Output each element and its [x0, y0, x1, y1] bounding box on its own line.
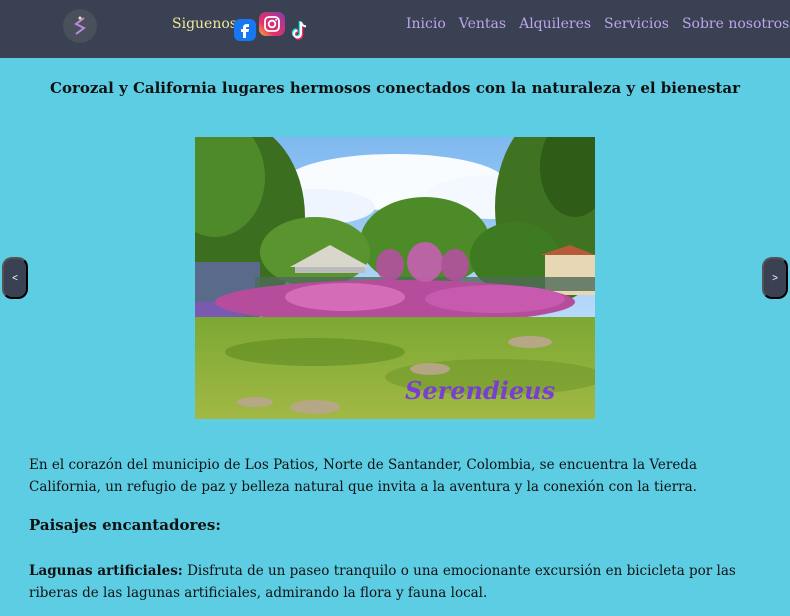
carousel-watermark: Serendieus — [405, 376, 556, 405]
facebook-icon[interactable] — [234, 19, 256, 41]
site-logo[interactable] — [63, 9, 97, 43]
nav-inicio[interactable]: Inicio — [406, 16, 446, 32]
logo-mark-icon — [74, 16, 86, 35]
feature-title: Lagunas artificiales: — [29, 563, 183, 579]
section-heading: Paisajes encantadores: — [29, 516, 221, 534]
carousel-next-button[interactable]: > — [762, 257, 788, 299]
nav-sobre-nosotros[interactable]: Sobre nosotros — [682, 16, 789, 32]
main-nav: Inicio Ventas Alquileres Servicios Sobre… — [406, 16, 789, 32]
nav-alquileres[interactable]: Alquileres — [519, 16, 591, 32]
feature-paragraph: Lagunas artificiales: Disfruta de un pas… — [29, 560, 769, 604]
top-navbar: Siguenos Inicio Ventas Alquileres Servic… — [0, 0, 790, 58]
nav-ventas[interactable]: Ventas — [459, 16, 506, 32]
tiktok-icon[interactable] — [289, 18, 313, 42]
intro-paragraph: En el corazón del municipio de Los Patio… — [29, 457, 697, 495]
instagram-icon[interactable] — [259, 12, 285, 36]
carousel-prev-button[interactable]: < — [2, 257, 28, 299]
follow-us-label: Siguenos — [172, 16, 237, 32]
page-headline: Corozal y California lugares hermosos co… — [50, 79, 740, 97]
nav-servicios[interactable]: Servicios — [604, 16, 669, 32]
carousel-image: Serendieus — [195, 137, 595, 419]
